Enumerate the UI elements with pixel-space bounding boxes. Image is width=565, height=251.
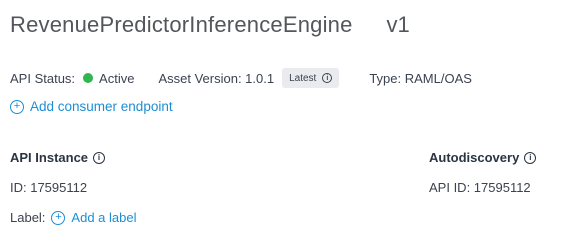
autodiscovery-heading-text: Autodiscovery [429, 150, 520, 165]
info-icon: i [322, 73, 333, 83]
api-version-label: v1 [386, 12, 410, 37]
asset-version-label: Asset Version: 1.0.1 [158, 70, 275, 86]
status-dot-icon [83, 73, 94, 83]
info-icon[interactable]: i [93, 151, 106, 164]
latest-badge-label: Latest [289, 72, 317, 84]
api-instance-label-row: Label: + Add a label [10, 210, 136, 225]
autodiscovery-api-id-text: API ID: 17595112 [429, 180, 531, 195]
info-icon[interactable]: i [524, 151, 537, 164]
plus-circle-icon: + [51, 210, 66, 225]
add-consumer-endpoint-label: Add consumer endpoint [30, 99, 173, 114]
add-label-link[interactable]: + Add a label [51, 210, 136, 225]
api-name-title: RevenuePredictorInferenceEngine [10, 12, 353, 37]
api-status-label: API Status: [10, 70, 76, 86]
api-instance-id: ID: 17595112 [10, 180, 87, 195]
autodiscovery-api-id: API ID: 17595112 [429, 180, 531, 195]
add-label-text: Add a label [71, 210, 137, 225]
latest-badge[interactable]: Latest i [282, 68, 340, 88]
api-instance-id-text: ID: 17595112 [10, 180, 88, 195]
api-type-label: Type: RAML/OAS [369, 70, 472, 86]
autodiscovery-heading: Autodiscovery i [429, 150, 537, 165]
api-status-value: Active [99, 70, 135, 86]
add-consumer-endpoint-link[interactable]: + Add consumer endpoint [10, 99, 173, 114]
api-instance-heading: API Instance i [10, 150, 106, 165]
status-row: API Status: Active Asset Version: 1.0.1 … [10, 68, 472, 88]
plus-circle-icon: + [10, 99, 24, 114]
label-prefix: Label: [10, 210, 46, 225]
page-header: RevenuePredictorInferenceEngine v1 [10, 12, 410, 42]
api-instance-heading-text: API Instance [10, 150, 89, 165]
